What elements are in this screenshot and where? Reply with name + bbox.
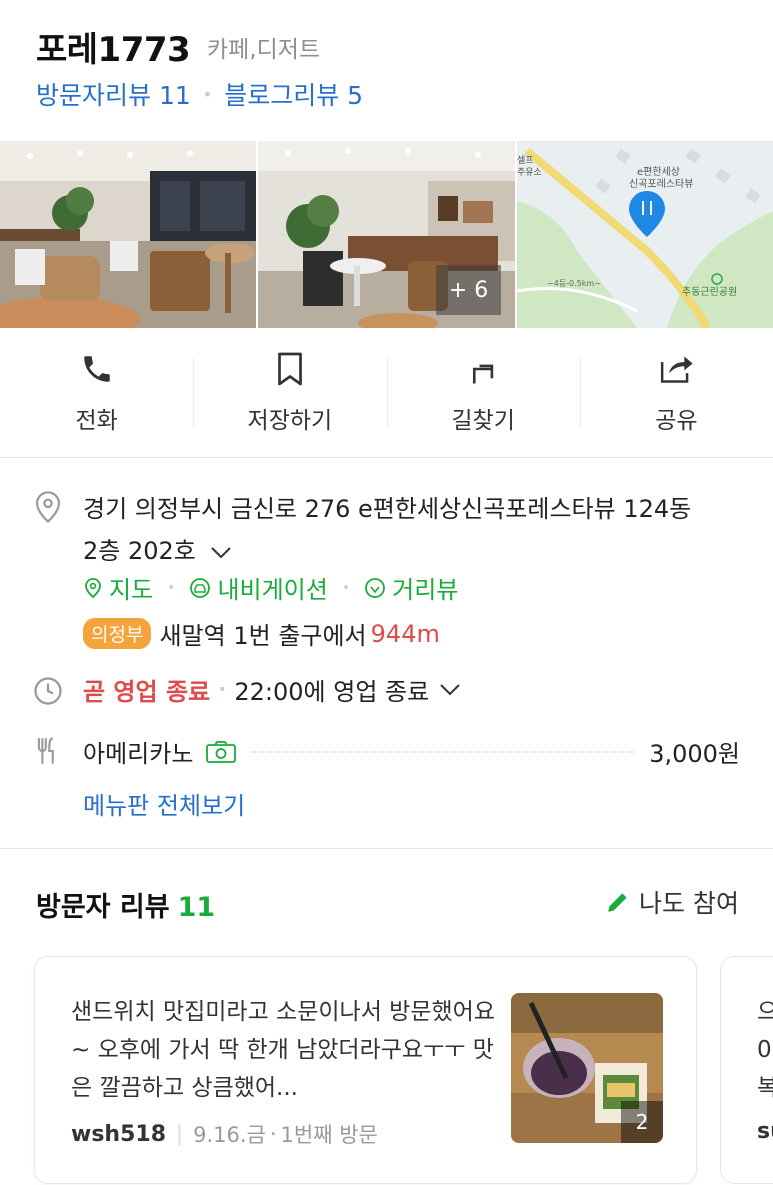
map-label-complex-2: 신곡포레스타뷰: [629, 178, 693, 190]
street-view-icon: [365, 577, 386, 598]
blog-review-link[interactable]: 블로그리뷰 5: [224, 76, 363, 112]
street-view-link[interactable]: 거리뷰: [364, 570, 458, 605]
station-exit: 1번 출구에서: [233, 622, 367, 650]
visitor-review-link[interactable]: 방문자리뷰 11: [36, 76, 191, 112]
map-label-park: 추동근린공원: [682, 286, 737, 298]
review-count: 11: [177, 892, 216, 923]
separator-dot: ·: [269, 1122, 277, 1146]
share-button[interactable]: 공유: [579, 328, 773, 457]
separator-dot: •: [167, 579, 176, 596]
review-photo[interactable]: 2: [511, 993, 663, 1143]
utensils-icon: [37, 737, 54, 764]
directions-icon: [467, 351, 499, 387]
place-category: 카페,디저트: [207, 37, 321, 63]
location-map-thumbnail[interactable]: e편한세상 신곡포레스타뷰 셀프 주유소 ~4등-0.5km~ 추동근린공원: [516, 141, 773, 328]
review-text: 샌드위치 맛집미라고 소문이나서 방문했어요~ 오후에 가서 딱 한개 남았더라…: [71, 999, 495, 1101]
photo-count-badge: 2: [621, 1101, 663, 1143]
chevron-down-icon: [440, 683, 460, 695]
navigation-link[interactable]: 내비게이션: [189, 570, 328, 605]
station-distance: 944m: [370, 619, 440, 648]
more-photos-badge[interactable]: + 6: [436, 265, 501, 315]
full-menu-link[interactable]: 메뉴판 전체보기: [83, 786, 245, 821]
cafe-photo-1[interactable]: [0, 141, 257, 328]
visitor-review-heading: 방문자 리뷰 11: [36, 885, 215, 924]
car-icon: [190, 577, 211, 598]
save-button[interactable]: 저장하기: [193, 328, 386, 457]
subway-info: 의정부 새말역 1번 출구에서 944m: [83, 616, 440, 651]
clock-icon: [34, 677, 62, 705]
map-link[interactable]: 지도: [83, 570, 153, 605]
menu-item-price: 3,000원: [649, 740, 740, 768]
section-divider: [0, 848, 773, 849]
place-title: 포레1773: [36, 30, 191, 70]
separator-dot: •: [202, 84, 213, 104]
map-label-gas-2: 주유소: [517, 167, 542, 178]
menu-item-row: 아메리카노 3,000원: [83, 734, 740, 769]
visit-count: 1번째 방문: [280, 1123, 378, 1147]
location-pin-icon: [35, 491, 61, 524]
photo-strip: e편한세상 신곡포레스타뷰 셀프 주유소 ~4등-0.5km~ 추동근린공원: [0, 141, 773, 328]
write-review-label: 나도 참여: [639, 889, 739, 918]
address-line1: 경기 의정부시 금신로 276 e편한세상신곡포레스타뷰 124동: [83, 495, 692, 523]
share-label: 공유: [655, 407, 698, 434]
business-hours[interactable]: 곧 영업 종료 • 22:00에 영업 종료: [83, 672, 461, 707]
directions-label: 길찾기: [451, 407, 515, 434]
map-link-label: 지도: [109, 576, 154, 604]
review-text-partial: 으 0 복: [757, 999, 773, 1101]
review-meta: wsh518 | 9.16.금 · 1번째 방문: [71, 1119, 378, 1149]
chevron-down-icon[interactable]: [210, 531, 232, 573]
map-label-gas-1: 셀프: [517, 155, 534, 166]
menu-item-name: 아메리카노: [83, 740, 194, 768]
status-closing-soon: 곧 영업 종료: [83, 678, 211, 706]
camera-icon[interactable]: [205, 740, 237, 764]
reviewer-name-partial: su: [757, 1119, 773, 1144]
map-links: 지도 • 내비게이션 • 거리뷰: [83, 570, 458, 605]
meta-divider: |: [176, 1122, 184, 1146]
street-view-link-label: 거리뷰: [392, 576, 459, 604]
call-button[interactable]: 전화: [0, 328, 193, 457]
review-links: 방문자리뷰 11 • 블로그리뷰 5: [36, 76, 363, 112]
navigation-link-label: 내비게이션: [217, 576, 328, 604]
review-card[interactable]: 샌드위치 맛집미라고 소문이나서 방문했어요~ 오후에 가서 딱 한개 남았더라…: [34, 956, 697, 1184]
map-label-road: ~4등-0.5km~: [547, 279, 601, 288]
station-name: 새말역: [159, 622, 226, 650]
reviewer-name[interactable]: wsh518: [71, 1122, 166, 1147]
review-card-partial[interactable]: 으 0 복 su: [720, 956, 773, 1184]
bookmark-icon: [275, 351, 305, 387]
review-date: 9.16.금: [193, 1123, 266, 1147]
map-pin-small-icon: [85, 577, 101, 598]
separator-dot: •: [218, 681, 227, 698]
directions-button[interactable]: 길찾기: [386, 328, 580, 457]
map-label-complex: e편한세상: [637, 166, 680, 178]
share-icon: [658, 351, 694, 387]
call-label: 전화: [75, 407, 118, 434]
write-review-button[interactable]: 나도 참여: [605, 884, 739, 920]
address: 경기 의정부시 금신로 276 e편한세상신곡포레스타뷰 124동 2층 202…: [83, 488, 753, 573]
dotted-leader: [251, 750, 636, 753]
pencil-icon: [608, 893, 627, 912]
save-label: 저장하기: [247, 407, 333, 434]
phone-icon: [80, 351, 114, 387]
subway-line-badge: 의정부: [83, 618, 152, 649]
closing-time: 22:00에 영업 종료: [234, 678, 430, 706]
address-line2: 2층 202호: [83, 537, 196, 565]
action-bar: 전화 저장하기 길찾기 공유: [0, 328, 773, 458]
review-title: 방문자 리뷰: [36, 892, 170, 923]
separator-dot: •: [341, 579, 351, 596]
place-header: 포레1773 카페,디저트 방문자리뷰 11 • 블로그리뷰 5: [0, 0, 773, 140]
